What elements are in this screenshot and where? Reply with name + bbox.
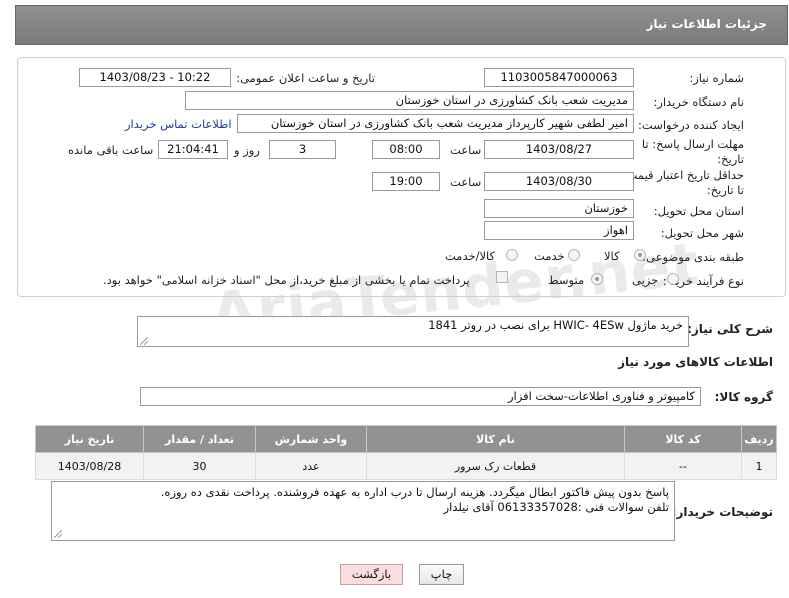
process-radio-medium[interactable] bbox=[591, 273, 603, 285]
announce-label: تاریخ و ساعت اعلان عمومی: bbox=[236, 71, 375, 85]
category-option-goods: کالا bbox=[604, 249, 620, 263]
deadline-label: مهلت ارسال پاسخ: تا تاریخ: bbox=[641, 137, 744, 166]
creator-field: امیر لطفی شهیر کارپرداز مدیریت شعب بانک … bbox=[237, 114, 634, 133]
cell-code: -- bbox=[624, 452, 742, 480]
announce-field: 1403/08/23 - 10:22 bbox=[79, 68, 231, 87]
province-field: خوزستان bbox=[484, 199, 634, 218]
buyer-org-field: مدیریت شعب بانک کشاورزی در استان خوزستان bbox=[185, 91, 634, 110]
validity-time-field: 19:00 bbox=[372, 172, 440, 191]
page-title: جزئیات اطلاعات نیاز bbox=[646, 17, 767, 31]
cell-unit: عدد bbox=[255, 452, 367, 480]
days-label: روز و bbox=[234, 143, 260, 157]
deadline-date-field: 1403/08/27 bbox=[484, 140, 634, 159]
col-name-header: نام کالا bbox=[366, 425, 625, 453]
buyer-org-label: نام دستگاه خریدار: bbox=[653, 95, 744, 109]
category-option-goods-service: کالا/خدمت bbox=[445, 249, 496, 263]
cell-date: 1403/08/28 bbox=[35, 452, 144, 480]
back-button[interactable]: بازگشت bbox=[340, 564, 403, 585]
col-row-header: ردیف bbox=[741, 425, 777, 453]
buyer-notes-label: توضیحات خریدار: bbox=[671, 505, 773, 519]
category-radio-goods[interactable] bbox=[634, 249, 646, 261]
col-unit-header: واحد شمارش bbox=[255, 425, 367, 453]
table-header-row: ردیف کد کالا نام کالا واحد شمارش تعداد /… bbox=[35, 425, 777, 453]
process-option-minor: جزیی bbox=[632, 273, 659, 287]
print-button[interactable]: چاپ bbox=[419, 564, 464, 585]
buyer-notes-field[interactable]: پاسخ بدون پیش فاکتور ابطال میگردد. هزینه… bbox=[51, 481, 675, 541]
buyer-notes-line2: تلفن سوالات فنی :06133357028 آقای نیلدار bbox=[443, 500, 669, 514]
process-option-medium: متوسط bbox=[548, 273, 585, 287]
buyer-notes-line1: پاسخ بدون پیش فاکتور ابطال میگردد. هزینه… bbox=[160, 485, 669, 499]
page-header: جزئیات اطلاعات نیاز bbox=[15, 5, 788, 45]
category-radio-goods-service[interactable] bbox=[506, 249, 518, 261]
goods-section-title: اطلاعات کالاهای مورد نیاز bbox=[618, 355, 773, 369]
col-code-header: کد کالا bbox=[624, 425, 742, 453]
items-table: ردیف کد کالا نام کالا واحد شمارش تعداد /… bbox=[35, 425, 777, 480]
creator-label: ایجاد کننده درخواست: bbox=[638, 118, 744, 132]
deadline-time-label: ساعت bbox=[450, 143, 482, 157]
category-radio-service[interactable] bbox=[568, 249, 580, 261]
description-field[interactable]: خرید ماژول HWIC- 4ESw برای نصب در روتر 1… bbox=[137, 316, 689, 347]
province-label: استان محل تحویل: bbox=[653, 204, 744, 218]
description-label: شرح کلی نیاز: bbox=[687, 322, 773, 336]
col-qty-header: تعداد / مقدار bbox=[143, 425, 256, 453]
notes-resize-handle-icon[interactable] bbox=[54, 530, 62, 538]
col-date-header: تاریخ نیاز bbox=[35, 425, 144, 453]
process-radio-minor[interactable] bbox=[667, 273, 679, 285]
contact-info-link[interactable]: اطلاعات تماس خریدار bbox=[125, 117, 232, 131]
treasury-text: پرداخت تمام یا بخشی از مبلغ خرید،از محل … bbox=[103, 273, 470, 287]
goods-group-label: گروه کالا: bbox=[714, 390, 773, 404]
treasury-checkbox[interactable] bbox=[496, 271, 508, 283]
goods-group-field: کامپیوتر و فناوری اطلاعات-سخت افزار bbox=[140, 387, 701, 406]
category-label: طبقه بندی موضوعی: bbox=[642, 250, 744, 264]
cell-row: 1 bbox=[741, 452, 777, 480]
resize-handle-icon[interactable] bbox=[140, 337, 148, 345]
validity-date-field: 1403/08/30 bbox=[484, 172, 634, 191]
remaining-label: ساعت باقی مانده bbox=[68, 143, 154, 157]
city-label: شهر محل تحویل: bbox=[660, 226, 744, 240]
category-option-service: خدمت bbox=[534, 249, 565, 263]
days-field: 3 bbox=[269, 140, 336, 159]
cell-name: قطعات رک سرور bbox=[366, 452, 625, 480]
table-row: 1 -- قطعات رک سرور عدد 30 1403/08/28 bbox=[35, 452, 777, 480]
validity-time-label: ساعت bbox=[450, 175, 482, 189]
remaining-time-field: 21:04:41 bbox=[158, 140, 228, 159]
deadline-time-field: 08:00 bbox=[372, 140, 440, 159]
need-number-field: 1103005847000063 bbox=[484, 68, 634, 87]
cell-qty: 30 bbox=[143, 452, 256, 480]
need-number-label: شماره نیاز: bbox=[689, 71, 744, 85]
city-field: اهواز bbox=[484, 221, 634, 240]
